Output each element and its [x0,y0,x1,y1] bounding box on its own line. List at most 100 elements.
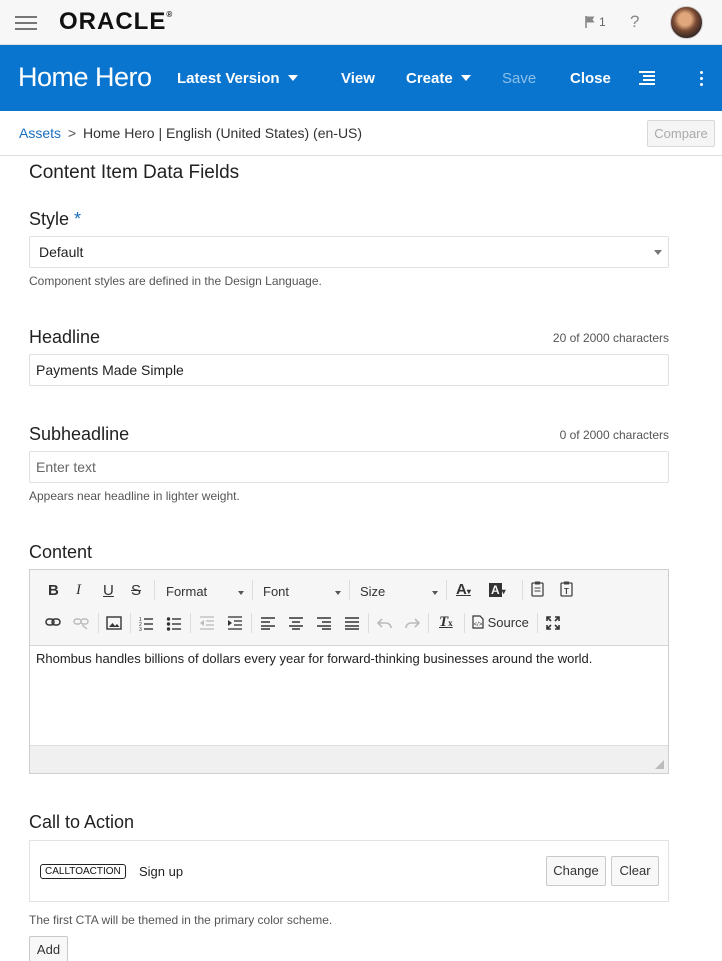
subheadline-input[interactable]: Enter text [29,451,669,483]
bg-color-label: A [489,583,502,597]
toolbar-divider [251,613,252,633]
cta-hint: The first CTA will be themed in the prim… [29,913,333,927]
justify-icon[interactable] [345,616,359,630]
paste-text-icon[interactable]: T [559,581,574,597]
size-label: Size [360,584,386,599]
toolbar-divider [537,613,538,633]
font-label: Font [263,584,290,599]
toolbar-divider [154,580,155,600]
close-button[interactable]: Close [570,70,611,87]
text-color-button[interactable]: A▾ [456,581,471,598]
paste-icon[interactable] [530,581,545,597]
hamburger-menu-icon[interactable] [15,16,37,30]
source-icon: </> [472,615,484,629]
headline-input[interactable]: Payments Made Simple [29,354,669,386]
more-options-icon[interactable] [700,71,704,89]
toolbar-divider [464,613,465,633]
chevron-down-icon [654,250,662,255]
cta-reference: CALLTOACTION Sign up Change Clear [29,840,669,902]
align-center-icon[interactable] [289,616,303,630]
compare-button[interactable]: Compare [647,120,715,147]
redo-icon[interactable] [405,617,420,629]
properties-panel-icon[interactable] [639,71,655,85]
item-title: Home Hero [18,62,152,92]
bold-button[interactable]: B [48,582,59,599]
source-label: Source [487,615,529,630]
undo-icon[interactable] [377,617,392,629]
change-button[interactable]: Change [546,856,606,886]
cta-label: Call to Action [29,812,135,832]
item-toolbar: Home Hero Latest Version View Create Sav… [0,45,722,111]
help-icon[interactable]: ? [630,12,639,32]
subheadline-label: Subheadline [29,424,130,444]
breadcrumb-bar: Assets > Home Hero | English (United Sta… [0,111,722,156]
toolbar-divider [349,580,350,600]
toolbar-divider [428,613,429,633]
create-dropdown[interactable]: Create [406,70,471,87]
unlink-icon[interactable] [73,616,89,630]
toolbar-divider [98,613,99,633]
indent-icon[interactable] [227,615,243,631]
bulleted-list-icon[interactable] [166,615,182,631]
clear-button[interactable]: Clear [611,856,659,886]
toolbar-divider [130,613,131,633]
strikethrough-button[interactable]: S [131,582,141,599]
chevron-down-icon [432,591,438,595]
format-label: Format [166,584,208,599]
remove-format-button[interactable]: Tx [439,614,453,631]
editor-content[interactable]: Rhombus handles billions of dollars ever… [36,651,592,666]
chevron-down-icon: ▾ [466,587,471,596]
align-left-icon[interactable] [261,616,275,630]
format-dropdown[interactable]: Format [166,584,244,599]
toolbar-divider [190,613,191,633]
logo-mark: ® [166,10,174,19]
italic-button[interactable]: I [76,582,81,599]
chevron-down-icon [460,75,471,82]
outdent-icon[interactable] [199,615,215,631]
chevron-down-icon [238,591,244,595]
chevron-down-icon [287,75,298,82]
section-title: Content Item Data Fields [29,162,240,183]
size-dropdown[interactable]: Size [360,584,438,599]
chevron-down-icon: ▾ [501,587,506,596]
svg-text:T: T [564,587,569,596]
svg-text:3: 3 [139,627,142,631]
toolbar-divider [368,613,369,633]
subheadline-counter: 0 of 2000 characters [559,428,669,442]
headline-counter: 20 of 2000 characters [552,331,669,345]
align-right-icon[interactable] [317,616,331,630]
link-icon[interactable] [45,616,61,628]
subheadline-hint: Appears near headline in lighter weight. [29,489,240,503]
save-button[interactable]: Save [502,70,536,87]
logo-text: ORACLE [59,8,167,35]
resize-handle-icon[interactable] [655,760,664,769]
content-label: Content [29,542,93,562]
breadcrumb-assets-link[interactable]: Assets [19,125,61,141]
maximize-icon[interactable] [546,616,560,630]
required-marker: * [74,209,82,229]
view-button[interactable]: View [341,70,375,87]
notifications-button[interactable]: 1 [585,13,606,29]
oracle-logo: ORACLE® [59,8,173,36]
style-select-value: Default [39,244,84,260]
style-label: Style * [29,209,81,230]
remove-format-label: T [439,614,449,630]
breadcrumb-separator: > [67,125,77,141]
cta-type-badge: CALLTOACTION [40,864,126,879]
version-dropdown[interactable]: Latest Version [177,70,298,87]
user-avatar[interactable] [670,6,703,39]
image-icon[interactable] [106,616,122,630]
editor-toolbar: B I U S Format Font Size A▾ A ▾ T 123 Tx… [30,570,668,646]
source-button[interactable]: </> Source [472,615,529,630]
numbered-list-icon[interactable]: 123 [138,615,154,631]
cta-name: Sign up [139,864,184,879]
svg-text:</>: </> [474,622,483,628]
underline-button[interactable]: U [103,582,114,599]
font-dropdown[interactable]: Font [263,584,341,599]
add-button[interactable]: Add [29,936,68,961]
background-color-button[interactable]: A ▾ [489,581,506,598]
style-hint: Component styles are defined in the Desi… [29,274,322,288]
style-label-text: Style [29,209,70,229]
style-select[interactable]: Default [29,236,669,268]
headline-label: Headline [29,327,101,347]
